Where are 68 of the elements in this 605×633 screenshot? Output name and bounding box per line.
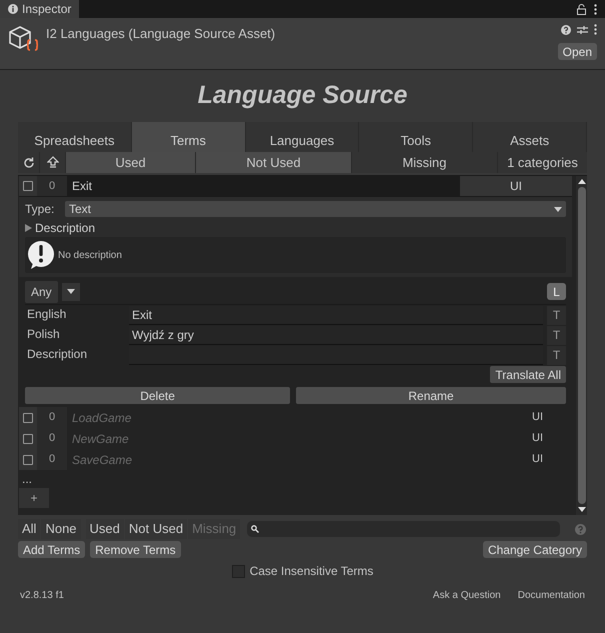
categories-button[interactable]: 1 categories	[498, 152, 587, 173]
checkbox[interactable]	[23, 181, 33, 191]
language-filter-button[interactable]: Any	[25, 280, 58, 302]
more-icon[interactable]	[594, 4, 597, 14]
category-label: UI	[460, 176, 572, 196]
change-category-button[interactable]: Change Category	[482, 541, 587, 558]
page-heading: Language Source	[198, 80, 408, 112]
checkbox[interactable]	[23, 454, 33, 464]
language-label: English	[26, 306, 68, 323]
usage-count: 0	[37, 407, 67, 428]
scroll-down-icon[interactable]	[578, 507, 586, 512]
checkbox-label: Case Insensitive Terms	[250, 563, 374, 580]
checkbox[interactable]	[23, 434, 33, 444]
scroll-up-icon[interactable]	[578, 179, 586, 184]
more-indicator: ...	[21, 474, 34, 488]
help-message: No description	[58, 248, 122, 262]
translate-button[interactable]: T	[547, 306, 566, 324]
language-dropdown-button[interactable]	[62, 282, 80, 300]
search-field[interactable]	[247, 521, 560, 537]
add-terms-button[interactable]: Add Terms	[18, 541, 86, 558]
scrollbar[interactable]	[576, 176, 587, 515]
footer-link[interactable]: Ask a Question	[432, 588, 501, 603]
info-icon	[8, 4, 18, 14]
type-dropdown[interactable]: Text	[65, 201, 566, 217]
lock-icon[interactable]	[577, 4, 586, 14]
help-icon[interactable]	[561, 24, 571, 34]
search-icon	[251, 525, 260, 533]
translate-button[interactable]: T	[547, 346, 566, 364]
refresh-icon	[22, 156, 34, 168]
checkbox[interactable]	[23, 412, 33, 422]
sliders-icon[interactable]	[577, 24, 588, 34]
usage-count: 0	[37, 449, 67, 470]
filter-toggle[interactable]: Not Used	[196, 152, 352, 173]
asset-icon	[8, 24, 40, 54]
term-name-field[interactable]: Exit	[67, 176, 460, 196]
tab[interactable]: Terms	[132, 122, 246, 152]
delete-button[interactable]: Delete	[25, 387, 290, 404]
usage-count: 0	[37, 176, 67, 196]
translate-all-button[interactable]: Translate All	[490, 366, 566, 383]
upload-icon	[46, 156, 58, 169]
add-term-button[interactable]: +	[19, 488, 49, 508]
filter-toggle[interactable]: Used	[66, 152, 196, 173]
dropdown-arrow-icon	[66, 289, 75, 294]
tab[interactable]: Languages	[246, 122, 360, 152]
tab[interactable]: Spreadsheets	[18, 122, 132, 152]
checkbox[interactable]	[232, 564, 245, 578]
category-label: UI	[532, 431, 544, 446]
language-button[interactable]: L	[547, 283, 566, 300]
asset-title: I2 Languages (Language Source Asset)	[46, 25, 276, 43]
footer-link[interactable]: Documentation	[518, 588, 585, 603]
remove-terms-button[interactable]: Remove Terms	[90, 541, 181, 558]
rename-button[interactable]: Rename	[296, 387, 566, 404]
category-label: UI	[532, 410, 544, 426]
language-label: Polish	[26, 326, 61, 343]
description-foldout[interactable]: Description	[25, 218, 566, 237]
more-icon[interactable]	[594, 24, 597, 35]
version-label: v2.8.13 f1	[20, 589, 65, 603]
open-button[interactable]: Open	[558, 43, 597, 60]
dropdown-arrow-icon	[554, 206, 562, 212]
translate-button[interactable]: T	[547, 326, 566, 344]
category-label: UI	[532, 452, 544, 468]
window-tab[interactable]: Inspector	[0, 0, 80, 18]
triangle-icon	[25, 224, 32, 232]
language-label: Description	[26, 346, 88, 363]
tab[interactable]: Assets	[473, 122, 587, 152]
tab[interactable]: Tools	[359, 122, 474, 152]
usage-count: 0	[37, 428, 67, 449]
type-label: Type:	[25, 201, 56, 218]
